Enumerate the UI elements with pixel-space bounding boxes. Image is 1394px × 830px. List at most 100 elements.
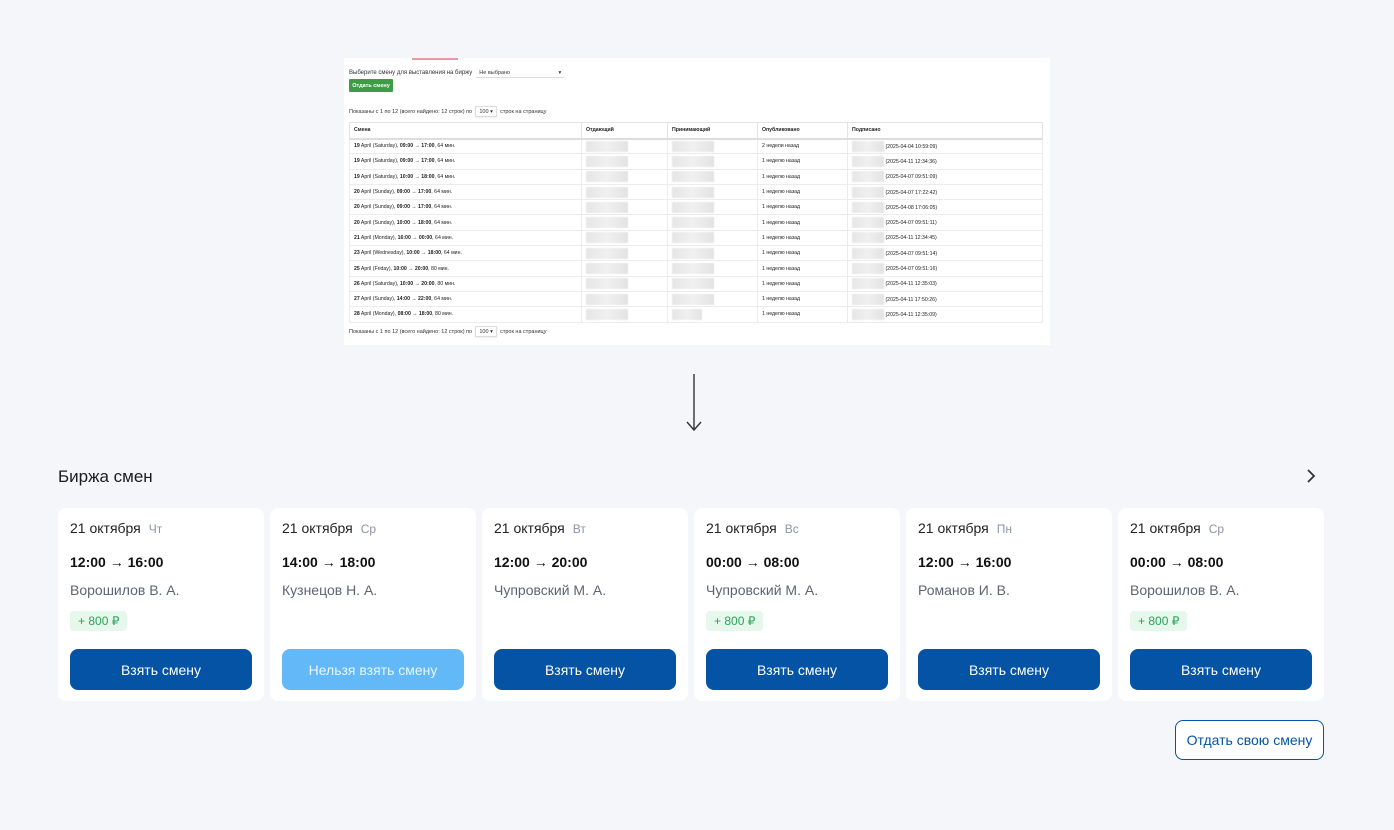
take-shift-button[interactable]: Взять смену bbox=[70, 649, 252, 690]
giver-cell bbox=[581, 260, 668, 277]
signed-cell: (2025-04-04 10:59:09) bbox=[847, 137, 1043, 155]
giver-cell bbox=[581, 137, 668, 155]
card-time: 00:00 → 08:00 bbox=[706, 554, 800, 570]
old-give-shift-button[interactable]: Отдать смену bbox=[349, 79, 393, 92]
blurred-name bbox=[586, 278, 628, 290]
take-shift-button[interactable]: Взять смену bbox=[706, 649, 888, 690]
giver-cell bbox=[581, 199, 668, 216]
published-cell: 1 неделю назад bbox=[757, 168, 848, 185]
table-row: 19 April (Saturday), 09:00 → 17:00, 64 м… bbox=[349, 137, 1043, 155]
per-page-select[interactable]: 100 ▾ bbox=[475, 106, 498, 117]
shift-cell: 25 April (Friday), 10:00 → 20:00, 80 мин… bbox=[349, 260, 582, 277]
signed-cell: (2025-04-11 12:35:09) bbox=[847, 306, 1043, 323]
published-cell: 1 неделю назад bbox=[757, 290, 848, 308]
blurred-name bbox=[586, 308, 628, 320]
published-cell: 1 неделю назад bbox=[757, 199, 848, 216]
shift-card: 21 октября Ср 14:00 → 18:00 Кузнецов Н. А. Н… bbox=[270, 508, 476, 701]
shift-cell: 20 April (Sunday), 09:00 → 17:00, 64 мин… bbox=[349, 183, 582, 201]
shift-select-value: Не выбрано bbox=[479, 69, 511, 76]
shift-duration: , 64 мин. bbox=[431, 189, 453, 196]
card-date-row: 21 октября Ср bbox=[1130, 520, 1312, 536]
signed-cell: (2025-04-11 12:35:03) bbox=[847, 275, 1043, 292]
chevron-right-icon[interactable] bbox=[1306, 468, 1316, 484]
take-shift-button[interactable]: Взять смену bbox=[918, 649, 1100, 690]
column-header[interactable]: Принимающий bbox=[667, 122, 758, 140]
card-time: 14:00 → 18:00 bbox=[282, 554, 376, 570]
table-row: 23 April (Wednesday), 10:00 → 18:00, 64 … bbox=[349, 245, 1043, 262]
blurred-name bbox=[672, 232, 714, 244]
give-own-shift-button[interactable]: Отдать свою смену bbox=[1175, 720, 1324, 760]
giver-cell bbox=[581, 275, 668, 292]
shift-time: 16:00 → 00:00 bbox=[397, 234, 433, 241]
take-shift-button[interactable]: Взять смену bbox=[494, 649, 676, 690]
shift-select-row: Выберите смену для выставления на биржу … bbox=[349, 68, 565, 78]
blurred-name bbox=[672, 278, 714, 290]
blurred-name bbox=[672, 155, 714, 167]
shift-select[interactable]: Не выбрано ▾ bbox=[476, 68, 565, 78]
card-weekday: Вт bbox=[572, 522, 586, 536]
published-cell: 1 неделю назад bbox=[757, 260, 848, 277]
cannot-take-shift-button: Нельзя взять смену bbox=[282, 649, 464, 690]
card-date: 21 октября bbox=[70, 520, 141, 536]
column-header[interactable]: Опубликовано bbox=[757, 122, 848, 140]
shift-time: 10:00 → 18:00 bbox=[396, 219, 432, 226]
shift-date-text: April (Saturday), bbox=[359, 173, 400, 180]
shift-duration: , 80 мин. bbox=[428, 265, 449, 272]
card-employee-name: Ворошилов В. А. bbox=[70, 582, 180, 598]
blurred-name bbox=[586, 217, 628, 229]
signed-timestamp: (2025-04-11 12:34:45) bbox=[885, 235, 937, 242]
shift-card: 21 октября Вт 12:00 → 20:00 Чупровский М. А… bbox=[482, 508, 688, 701]
card-time: 12:00 → 16:00 bbox=[918, 554, 1012, 570]
signed-cell: (2025-04-11 17:50:26) bbox=[847, 290, 1043, 308]
signed-cell: (2025-04-11 12:34:36) bbox=[847, 153, 1043, 170]
blurred-name bbox=[672, 247, 714, 259]
old-interface-screenshot: Выберите смену для выставления на биржу … bbox=[344, 58, 1050, 345]
blurred-name bbox=[672, 171, 714, 183]
card-date: 21 октября bbox=[918, 520, 989, 536]
signed-cell: (2025-04-07 09:51:11) bbox=[847, 214, 1043, 231]
shift-duration: , 64 мин. bbox=[431, 219, 453, 226]
shift-duration: , 64 мин. bbox=[431, 204, 453, 211]
signed-timestamp: (2025-04-07 17:22:42) bbox=[885, 189, 938, 196]
shift-date-text: April (Sunday), bbox=[359, 204, 397, 211]
shift-duration: , 80 мин. bbox=[434, 280, 456, 287]
column-header[interactable]: Отдающий bbox=[581, 122, 668, 140]
blurred-name bbox=[586, 186, 628, 198]
giver-cell bbox=[581, 168, 668, 185]
shift-cards-list: 21 октября Чт 12:00 → 16:00 Ворошилов В. А.… bbox=[58, 508, 1324, 701]
blurred-name bbox=[852, 186, 884, 198]
shift-time: 09:00 → 17:00 bbox=[399, 158, 435, 165]
signed-timestamp: (2025-04-04 10:59:09) bbox=[885, 143, 938, 150]
signed-cell: (2025-04-07 17:22:42) bbox=[847, 183, 1043, 201]
card-date-row: 21 октября Чт bbox=[70, 520, 252, 536]
shift-cell: 28 April (Monday), 08:00 → 18:00, 80 мин… bbox=[349, 306, 582, 323]
taker-cell bbox=[667, 168, 758, 185]
shift-date-text: April (Sunday), bbox=[359, 219, 397, 226]
per-page-value: 100 bbox=[479, 108, 489, 115]
card-date: 21 октября bbox=[1130, 520, 1201, 536]
bonus-badge: + 800 ₽ bbox=[70, 611, 128, 631]
shift-cell: 27 April (Sunday), 14:00 → 22:00, 64 мин… bbox=[349, 290, 582, 308]
shift-card: 21 октября Пн 12:00 → 16:00 Романов И. В. Вз… bbox=[906, 508, 1112, 701]
take-shift-button[interactable]: Взять смену bbox=[1130, 649, 1312, 690]
shift-time: 10:00 → 18:00 bbox=[399, 173, 435, 180]
blurred-name bbox=[672, 186, 714, 198]
blurred-name bbox=[852, 232, 884, 244]
column-header[interactable]: Смена bbox=[349, 122, 582, 140]
shift-date-text: April (Friday), bbox=[359, 265, 394, 272]
column-header[interactable]: Подписано bbox=[847, 122, 1043, 140]
card-date-row: 21 октября Вс bbox=[706, 520, 888, 536]
shift-duration: , 80 мин. bbox=[432, 311, 454, 318]
shift-select-label: Выберите смену для выставления на биржу bbox=[349, 70, 473, 76]
shift-time: 08:00 → 18:00 bbox=[397, 311, 433, 318]
shift-time: 09:00 → 17:00 bbox=[399, 143, 435, 150]
shift-time: 14:00 → 22:00 bbox=[396, 296, 432, 303]
pager-suffix: строк на страницу bbox=[500, 108, 547, 115]
blurred-name bbox=[852, 171, 884, 183]
published-cell: 1 неделю назад bbox=[757, 245, 848, 262]
blurred-name bbox=[672, 308, 702, 320]
shift-time: 10:00 → 20:00 bbox=[399, 280, 435, 287]
card-date: 21 октября bbox=[494, 520, 565, 536]
per-page-select[interactable]: 100 ▾ bbox=[475, 326, 498, 337]
dropdown-icon: ▾ bbox=[558, 69, 562, 76]
